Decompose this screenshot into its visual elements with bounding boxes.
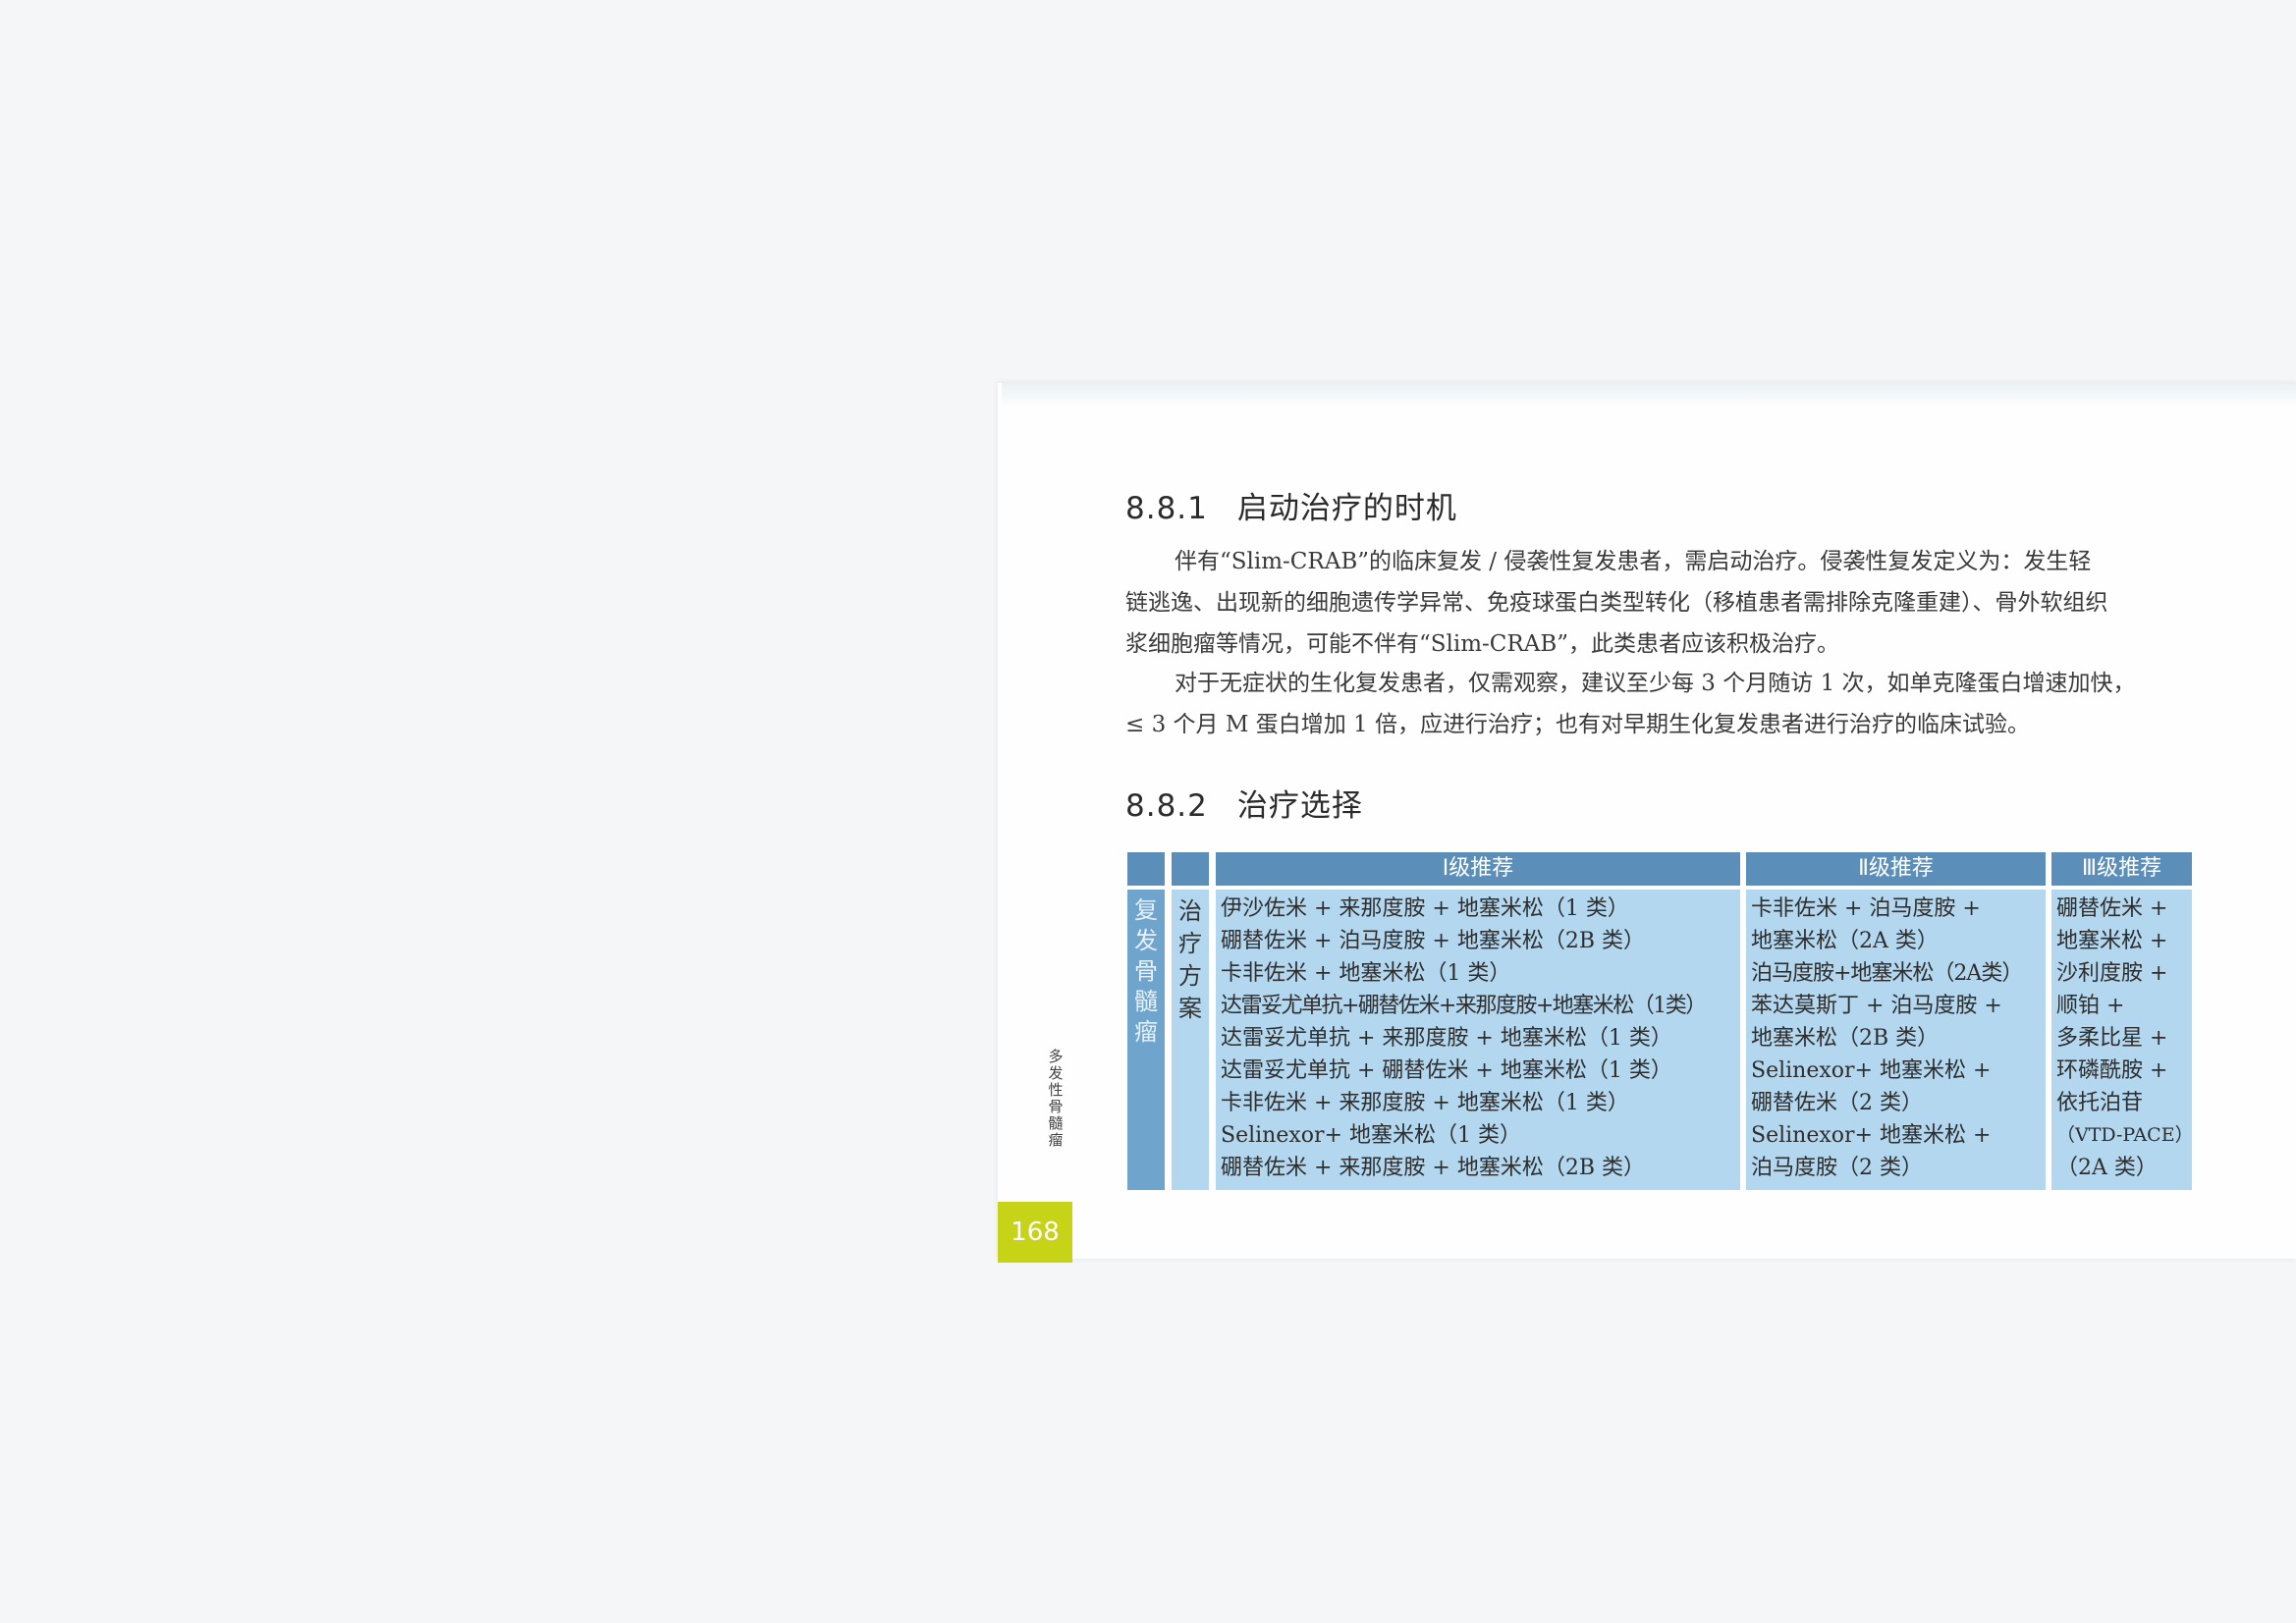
regimen-line: 环磷酰胺 + <box>2056 1058 2168 1083</box>
regimen-line: 卡非佐米 + 来那度胺 + 地塞米松（1 类） <box>1221 1091 1629 1115</box>
regimen-line: 达雷妥尤单抗 + 来那度胺 + 地塞米松（1 类） <box>1221 1026 1672 1051</box>
spine-char: 发 <box>1048 1064 1064 1082</box>
chapter-spine-label: 多 发 性 骨 髓 瘤 <box>1043 1049 1068 1149</box>
section-number: 8.8.1 <box>1125 491 1208 526</box>
spine-char: 瘤 <box>1048 1131 1064 1149</box>
level1-regimens: 伊沙佐米 + 来那度胺 + 地塞米松（1 类） 硼替佐米 + 泊马度胺 + 地塞… <box>1221 893 1707 1184</box>
header-label-level1: Ⅰ级推荐 <box>1442 856 1514 881</box>
level3-regimens: 硼替佐米 + 地塞米松 + 沙利度胺 + 顺铂 + 多柔比星 + 环磷酰胺 + … <box>2056 893 2194 1184</box>
regimen-line: 依托泊苷 <box>2056 1091 2144 1115</box>
spine-char: 性 <box>1048 1081 1064 1099</box>
row-label-char: 发 <box>1134 927 1158 954</box>
section-number: 8.8.2 <box>1125 788 1208 824</box>
paragraph-2: 对于无症状的生化复发患者，仅需观察，建议至少每 3 个月随访 1 次，如单克隆蛋… <box>1125 663 2190 745</box>
spine-char: 髓 <box>1048 1114 1064 1132</box>
section-heading-882: 8.8.2 治疗选择 <box>1125 781 1363 825</box>
level2-regimens: 卡非佐米 + 泊马度胺 + 地塞米松（2A 类） 泊马度胺+地塞米松（2A类） … <box>1751 893 2023 1184</box>
row-label-char: 瘤 <box>1134 1018 1158 1046</box>
paragraph-line: 浆细胞瘤等情况，可能不伴有“Slim-CRAB”，此类患者应该积极治疗。 <box>1125 631 1839 657</box>
regimen-line: Selinexor+ 地塞米松 + <box>1751 1123 1992 1148</box>
table-header-blank-2 <box>1172 852 1209 886</box>
regimen-line: Selinexor+ 地塞米松（1 类） <box>1221 1123 1521 1148</box>
regimen-line: 顺铂 + <box>2056 994 2125 1018</box>
spine-char: 多 <box>1048 1048 1064 1065</box>
row-label-char: 骨 <box>1134 957 1158 985</box>
regimen-line: 沙利度胺 + <box>2056 961 2168 986</box>
paragraph-line: 对于无症状的生化复发患者，仅需观察，建议至少每 3 个月随访 1 次，如单克隆蛋… <box>1175 671 2136 696</box>
header-label-level2: Ⅱ级推荐 <box>1858 856 1934 881</box>
regimen-line: 硼替佐米 + 泊马度胺 + 地塞米松（2B 类） <box>1221 929 1645 953</box>
row-label-char: 髓 <box>1134 988 1158 1015</box>
paragraph-line: 伴有“Slim-CRAB”的临床复发 / 侵袭性复发患者，需启动治疗。侵袭性复发… <box>1175 549 2092 574</box>
regimen-line: 地塞米松 + <box>2056 929 2168 953</box>
section-title: 启动治疗的时机 <box>1236 491 1457 526</box>
regimen-line: 卡非佐米 + 泊马度胺 + <box>1751 896 1981 921</box>
regimen-line: 伊沙佐米 + 来那度胺 + 地塞米松（1 类） <box>1221 896 1629 921</box>
sub-label-char: 案 <box>1178 995 1202 1022</box>
regimen-line: Selinexor+ 地塞米松 + <box>1751 1058 1992 1083</box>
regimen-line: 苯达莫斯丁 + 泊马度胺 + <box>1751 994 2002 1018</box>
regimen-line: 硼替佐米 + <box>2056 896 2168 921</box>
paragraph-1: 伴有“Slim-CRAB”的临床复发 / 侵袭性复发患者，需启动治疗。侵袭性复发… <box>1125 541 2190 665</box>
paragraph-line: ≤ 3 个月 M 蛋白增加 1 倍，应进行治疗；也有对早期生化复发患者进行治疗的… <box>1125 712 2030 737</box>
regimen-line: 泊马度胺（2 类） <box>1751 1156 1923 1180</box>
regimen-line: 地塞米松（2A 类） <box>1751 929 1939 953</box>
sub-label-char: 疗 <box>1178 930 1202 957</box>
regimen-line: 硼替佐米 + 来那度胺 + 地塞米松（2B 类） <box>1221 1156 1645 1180</box>
regimen-line: 达雷妥尤单抗+硼替佐米+来那度胺+地塞米松（1类） <box>1221 994 1707 1018</box>
paragraph-line: 链逃逸、出现新的细胞遗传学异常、免疫球蛋白类型转化（移植患者需排除克隆重建）、骨… <box>1125 590 2108 616</box>
regimen-line: （2A 类） <box>2056 1156 2158 1180</box>
sub-label-char: 治 <box>1178 897 1202 925</box>
row-label: 复 发 骨 髓 瘤 <box>1126 895 1166 1048</box>
regimen-line: 多柔比星 + <box>2056 1026 2168 1051</box>
page-top-shadow <box>1002 383 2296 408</box>
regimen-line: 达雷妥尤单抗 + 硼替佐米 + 地塞米松（1 类） <box>1221 1058 1672 1083</box>
page-number: 168 <box>998 1202 1072 1263</box>
regimen-line: （VTD-PACE） <box>2056 1124 2194 1146</box>
section-heading-881: 8.8.1 启动治疗的时机 <box>1125 483 1457 527</box>
sub-label: 治 疗 方 案 <box>1171 895 1210 1025</box>
row-label-char: 复 <box>1134 896 1158 924</box>
spine-char: 骨 <box>1048 1098 1064 1115</box>
sub-label-char: 方 <box>1178 962 1202 990</box>
regimen-line: 泊马度胺+地塞米松（2A类） <box>1751 961 2023 986</box>
regimen-line: 卡非佐米 + 地塞米松（1 类） <box>1221 961 1511 986</box>
regimen-line: 地塞米松（2B 类） <box>1751 1026 1940 1051</box>
table-header-blank-1 <box>1127 852 1165 886</box>
section-title: 治疗选择 <box>1236 788 1363 824</box>
header-label-level3: Ⅲ级推荐 <box>2081 856 2162 881</box>
regimen-line: 硼替佐米（2 类） <box>1751 1091 1923 1115</box>
